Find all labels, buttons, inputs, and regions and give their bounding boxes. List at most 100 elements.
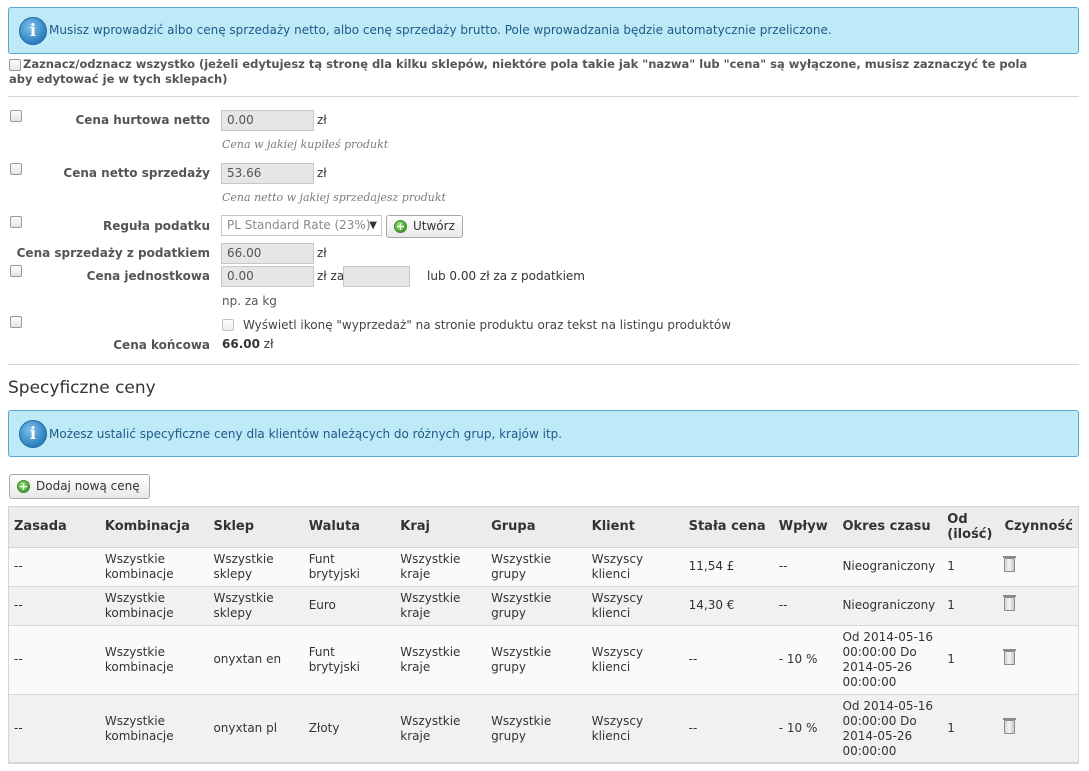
sale-icon-label: Wyświetl ikonę "wyprzedaż" na stronie pr… bbox=[243, 318, 732, 332]
cell-impact: -- bbox=[772, 547, 837, 587]
cell-action bbox=[998, 694, 1079, 764]
info-notice-top: i Musisz wprowadzić albo cenę sprzedaży … bbox=[8, 7, 1079, 54]
cell-currency: Funt brytyjski bbox=[302, 547, 395, 587]
unit-price-hint: np. za kg bbox=[222, 294, 277, 308]
header-customer: Klient bbox=[585, 507, 683, 548]
cell-rule: -- bbox=[8, 694, 99, 764]
cell-customer: Wszyscy klienci bbox=[585, 625, 683, 695]
cell-period: Nieograniczony bbox=[836, 547, 942, 587]
create-tax-rule-button[interactable]: + Utwórz bbox=[386, 215, 463, 238]
wholesale-price-hint: Cena w jakiej kupiłeś produkt bbox=[222, 138, 389, 151]
header-shop: Sklep bbox=[207, 507, 303, 548]
cell-country: Wszystkie kraje bbox=[394, 694, 486, 764]
header-from-qty: Od (ilość) bbox=[941, 507, 999, 548]
cell-combination: Wszystkie kombinacje bbox=[98, 694, 208, 764]
cell-action bbox=[998, 586, 1079, 626]
cell-country: Wszystkie kraje bbox=[394, 547, 486, 587]
cell-period: Nieograniczony bbox=[836, 586, 942, 626]
notice-text: Musisz wprowadzić albo cenę sprzedaży ne… bbox=[49, 23, 832, 37]
cell-combination: Wszystkie kombinacje bbox=[98, 625, 208, 695]
cell-shop: Wszystkie sklepy bbox=[207, 547, 303, 587]
unit-price-with-tax-text: lub 0.00 zł za z podatkiem bbox=[427, 269, 585, 283]
net-price-unit: zł bbox=[317, 166, 327, 180]
cell-customer: Wszyscy klienci bbox=[585, 547, 683, 587]
cell-customer: Wszyscy klienci bbox=[585, 586, 683, 626]
trash-icon[interactable] bbox=[1003, 717, 1017, 734]
tax-rule-select[interactable]: PL Standard Rate (23%) ▼ bbox=[221, 215, 382, 236]
tax-rule-checkbox[interactable] bbox=[10, 216, 22, 228]
wholesale-price-unit: zł bbox=[317, 113, 327, 127]
cell-shop: onyxtan en bbox=[207, 625, 303, 695]
info-icon: i bbox=[19, 17, 47, 45]
price-with-tax-input[interactable]: 66.00 bbox=[221, 243, 314, 264]
net-price-hint: Cena netto w jakiej sprzedajesz produkt bbox=[222, 191, 446, 204]
table-row: -- Wszystkie kombinacje Wszystkie sklepy… bbox=[8, 586, 1079, 626]
cell-action bbox=[998, 625, 1079, 695]
plus-icon: + bbox=[17, 480, 30, 493]
cell-group: Wszystkie grupy bbox=[485, 694, 586, 764]
add-specific-price-button[interactable]: + Dodaj nową cenę bbox=[9, 474, 150, 499]
table-header-row: Zasada Kombinacja Sklep Waluta Kraj Grup… bbox=[8, 507, 1079, 548]
cell-from-qty: 1 bbox=[941, 547, 999, 587]
net-price-checkbox[interactable] bbox=[10, 163, 22, 175]
sale-icon-checkbox[interactable] bbox=[222, 319, 234, 331]
trash-icon[interactable] bbox=[1003, 594, 1017, 611]
header-period: Okres czasu bbox=[836, 507, 942, 548]
info-icon: i bbox=[19, 420, 47, 448]
cell-currency: Euro bbox=[302, 586, 395, 626]
cell-impact: - 10 % bbox=[772, 625, 837, 695]
trash-icon[interactable] bbox=[1003, 648, 1017, 665]
header-combination: Kombinacja bbox=[98, 507, 208, 548]
divider bbox=[8, 364, 1079, 365]
unit-price-label: Cena jednostkowa bbox=[86, 269, 210, 283]
header-currency: Waluta bbox=[302, 507, 395, 548]
table-row: -- Wszystkie kombinacje Wszystkie sklepy… bbox=[8, 547, 1079, 587]
specific-prices-title: Specyficzne ceny bbox=[8, 378, 156, 398]
cell-impact: - 10 % bbox=[772, 694, 837, 764]
cell-action bbox=[998, 547, 1079, 587]
cell-period: Od 2014-05-16 00:00:00 Do 2014-05-26 00:… bbox=[836, 694, 942, 764]
sale-row-checkbox[interactable] bbox=[10, 316, 22, 328]
cell-country: Wszystkie kraje bbox=[394, 586, 486, 626]
final-price-value: 66.00 bbox=[222, 337, 260, 351]
table-row: -- Wszystkie kombinacje onyxtan en Funt … bbox=[8, 625, 1079, 695]
info-notice-specific: i Możesz ustalić specyficzne ceny dla kl… bbox=[8, 410, 1079, 457]
final-price-unit: zł bbox=[263, 337, 274, 351]
cell-fixed-price: -- bbox=[682, 625, 773, 695]
wholesale-price-input[interactable]: 0.00 bbox=[221, 110, 314, 131]
plus-icon: + bbox=[394, 220, 407, 233]
unit-price-per-input[interactable] bbox=[343, 266, 410, 287]
cell-impact: -- bbox=[772, 586, 837, 626]
cell-from-qty: 1 bbox=[941, 694, 999, 764]
tax-rule-selected: PL Standard Rate (23%) bbox=[227, 218, 371, 232]
specific-prices-table: Zasada Kombinacja Sklep Waluta Kraj Grup… bbox=[8, 507, 1079, 764]
unit-price-input[interactable]: 0.00 bbox=[221, 266, 314, 287]
cell-from-qty: 1 bbox=[941, 625, 999, 695]
table-row: -- Wszystkie kombinacje onyxtan pl Złoty… bbox=[8, 694, 1079, 764]
tax-rule-label: Reguła podatku bbox=[102, 219, 210, 233]
cell-combination: Wszystkie kombinacje bbox=[98, 586, 208, 626]
unit-price-checkbox[interactable] bbox=[10, 265, 22, 277]
cell-group: Wszystkie grupy bbox=[485, 586, 586, 626]
cell-rule: -- bbox=[8, 625, 99, 695]
cell-fixed-price: 11,54 £ bbox=[682, 547, 773, 587]
cell-rule: -- bbox=[8, 547, 99, 587]
final-price-value-wrap: 66.00 zł bbox=[222, 337, 274, 351]
cell-period: Od 2014-05-16 00:00:00 Do 2014-05-26 00:… bbox=[836, 625, 942, 695]
notice-specific-text: Możesz ustalić specyficzne ceny dla klie… bbox=[49, 427, 563, 441]
cell-fixed-price: 14,30 € bbox=[682, 586, 773, 626]
net-price-label: Cena netto sprzedaży bbox=[63, 166, 210, 180]
cell-from-qty: 1 bbox=[941, 586, 999, 626]
header-rule: Zasada bbox=[8, 507, 99, 548]
cell-currency: Złoty bbox=[302, 694, 395, 764]
price-with-tax-unit: zł bbox=[317, 246, 327, 260]
trash-icon[interactable] bbox=[1003, 555, 1017, 572]
cell-group: Wszystkie grupy bbox=[485, 625, 586, 695]
header-group: Grupa bbox=[485, 507, 586, 548]
net-price-input[interactable]: 53.66 bbox=[221, 163, 314, 184]
cell-shop: onyxtan pl bbox=[207, 694, 303, 764]
cell-customer: Wszyscy klienci bbox=[585, 694, 683, 764]
header-country: Kraj bbox=[394, 507, 486, 548]
price-with-tax-label: Cena sprzedaży z podatkiem bbox=[16, 246, 210, 260]
wholesale-price-checkbox[interactable] bbox=[10, 110, 22, 122]
